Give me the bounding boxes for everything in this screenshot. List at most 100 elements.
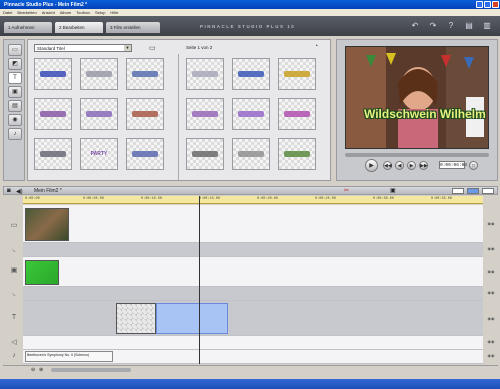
scroll-thumb[interactable] (51, 368, 131, 372)
video-track[interactable] (23, 205, 483, 243)
menu-view[interactable]: Ansicht (42, 10, 55, 15)
timeline-scrollbar[interactable]: ⊖ ⊕ (3, 365, 498, 373)
title-thumbnail[interactable] (186, 98, 224, 130)
overlay-clip[interactable] (25, 260, 59, 285)
menu-file[interactable]: Datei (3, 10, 12, 15)
minimize-button[interactable] (476, 1, 483, 8)
razor-icon[interactable]: ✂ (344, 187, 349, 194)
timeline-playhead[interactable] (199, 196, 200, 364)
sound-effect-track-icon[interactable]: ◁ (8, 338, 20, 348)
mute-icon[interactable]: ◉◉ (485, 246, 497, 251)
title-thumbnail-graphic (132, 151, 158, 157)
lock-icon[interactable]: ◉◉ (485, 316, 497, 321)
title-clip[interactable] (116, 303, 156, 334)
preview-scrubber[interactable] (345, 153, 489, 157)
title-thumbnail[interactable] (80, 98, 118, 130)
zoom-out-icon[interactable]: ⊖ (31, 367, 35, 373)
title-thumbnail[interactable] (186, 58, 224, 90)
lock-icon[interactable]: ◉◉ (485, 221, 497, 226)
music-icon[interactable]: ♪ (8, 128, 22, 140)
trash-icon[interactable]: ▥ (482, 21, 492, 31)
mute-icon[interactable]: ◉◉ (485, 290, 497, 295)
menu-album[interactable]: Album (60, 10, 71, 15)
title-thumbnail[interactable] (232, 98, 270, 130)
title-thumbnail[interactable] (34, 58, 72, 90)
title-thumbnail-graphic (40, 151, 66, 157)
overlay-audio-icon[interactable]: ◟ (8, 289, 20, 299)
sound-effects-track[interactable] (23, 336, 483, 350)
photos-icon[interactable]: ▣ (8, 86, 22, 98)
folder-icon[interactable]: ▭ (149, 44, 156, 52)
titles-icon[interactable]: T (8, 72, 22, 84)
title-thumbnail[interactable] (126, 138, 164, 170)
title-category-select[interactable]: Standard Titel ▼ (34, 44, 132, 52)
title-thumbnail[interactable] (126, 98, 164, 130)
video-clip[interactable] (25, 208, 69, 241)
title-thumbnail[interactable] (34, 138, 72, 170)
title-bar: Pinnacle Studio Plus - Mein Film2 * (0, 0, 500, 9)
lock-icon[interactable]: ◉◉ (485, 269, 497, 274)
title-thumbnail[interactable] (232, 138, 270, 170)
step-back-icon[interactable]: ◀ (395, 161, 404, 170)
timeline-view-icon[interactable] (467, 188, 479, 194)
menu-toolbox[interactable]: Toolbox (76, 10, 90, 15)
fast-forward-icon[interactable]: ▶▶ (419, 161, 428, 170)
title-thumbnail[interactable] (278, 138, 316, 170)
overlay-audio-track[interactable] (23, 287, 483, 301)
menu-edit[interactable]: Bearbeiten (17, 10, 36, 15)
title-thumbnail[interactable] (80, 58, 118, 90)
title-thumbnail[interactable] (232, 58, 270, 90)
mute-icon[interactable]: ◉◉ (485, 339, 497, 344)
title-track[interactable] (23, 301, 483, 336)
title-thumbnail[interactable] (278, 98, 316, 130)
title-thumbnail[interactable] (186, 138, 224, 170)
title-track-icon[interactable]: T (8, 314, 20, 324)
menu-help[interactable]: Hilfe (110, 10, 118, 15)
video-scenes-icon[interactable]: ▭ (8, 44, 22, 56)
next-page-icon[interactable]: ◔ (314, 43, 318, 50)
menu-setup[interactable]: Setup (95, 10, 105, 15)
play-icon[interactable]: ▶ (365, 159, 378, 172)
title-clip-selected[interactable] (156, 303, 228, 334)
help-book-icon[interactable]: ▤ (464, 21, 474, 31)
chevron-down-icon[interactable]: ▼ (124, 45, 131, 51)
tab-edit[interactable]: 2 Bearbeiten (55, 22, 103, 33)
timeline-ruler[interactable]: 0:00:00 0:00:05.00 0:00:10.00 0:00:15.00… (23, 196, 483, 204)
title-thumbnail[interactable] (126, 58, 164, 90)
music-track-icon[interactable]: ♪ (8, 352, 20, 362)
rewind-icon[interactable]: ◀◀ (383, 161, 392, 170)
video-track-icon[interactable]: ▭ (8, 221, 20, 231)
title-thumbnail[interactable]: PARTY (80, 138, 118, 170)
zoom-in-icon[interactable]: ⊕ (39, 367, 43, 373)
camera-icon[interactable]: ◙ (7, 188, 11, 194)
step-forward-icon[interactable]: ▶ (407, 161, 416, 170)
redo-icon[interactable]: ↷ (428, 21, 438, 31)
overlay-track-icon[interactable]: ▣ (8, 266, 20, 276)
mute-icon[interactable]: ◉◉ (485, 353, 497, 358)
audio-track-icon[interactable]: ◟ (8, 245, 20, 255)
title-thumbnail[interactable] (278, 58, 316, 90)
speaker-icon[interactable]: ◀) (16, 188, 23, 195)
title-thumbnail-graphic (86, 71, 112, 77)
transitions-icon[interactable]: ◩ (8, 58, 22, 70)
sound-effects-icon[interactable]: ◉ (8, 114, 22, 126)
menus-icon[interactable]: ▤ (8, 100, 22, 112)
undo-icon[interactable]: ↶ (410, 21, 420, 31)
tab-capture[interactable]: 1 Aufnehmen (4, 22, 52, 33)
preview-screen: Wildschwein Wilhelm (345, 46, 489, 149)
tab-make-movie[interactable]: 3 Film erstellen (106, 22, 160, 33)
audio-track-original[interactable] (23, 243, 483, 257)
delete-clip-icon[interactable]: ▣ (390, 187, 396, 194)
timecode-display: 0:00:06:04 (439, 161, 468, 169)
music-clip[interactable]: Beethoven's Symphony No. 9 (Scherzo) (25, 351, 113, 362)
maximize-button[interactable] (484, 1, 491, 8)
storyboard-view-icon[interactable] (452, 188, 464, 194)
text-view-icon[interactable] (482, 188, 494, 194)
music-track[interactable]: Beethoven's Symphony No. 9 (Scherzo) (23, 350, 483, 364)
tab-label: 3 Film erstellen (110, 25, 141, 30)
fullscreen-icon[interactable]: □ (469, 161, 478, 170)
help-icon[interactable]: ? (446, 21, 456, 31)
overlay-video-track[interactable] (23, 257, 483, 287)
close-button[interactable] (492, 1, 499, 8)
title-thumbnail[interactable] (34, 98, 72, 130)
